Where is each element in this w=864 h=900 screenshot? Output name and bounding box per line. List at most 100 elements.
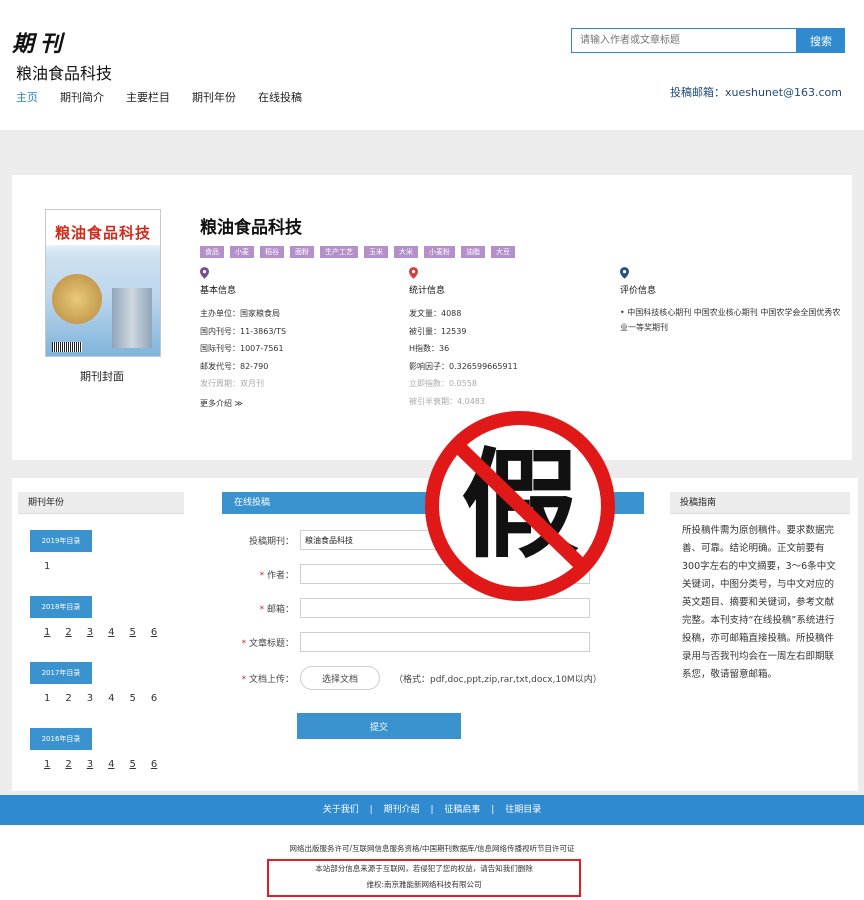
choose-file-button[interactable]: 选择文档 [300, 666, 380, 690]
keyword-tag[interactable]: 大米 [394, 246, 418, 258]
footer-separator: | [369, 805, 373, 815]
keyword-tag[interactable]: 食品 [200, 246, 224, 258]
year-button[interactable]: 2017年目录 [30, 662, 92, 684]
location-pin-icon [200, 267, 209, 279]
search-button[interactable]: 搜索 [797, 28, 845, 53]
stats-heading: 统计信息 [409, 286, 446, 296]
nav-intro[interactable]: 期刊简介 [60, 89, 104, 105]
issue-list: 1 2 3 4 5 6 [44, 693, 184, 704]
stats-line: 发文量：4088 [409, 309, 462, 318]
keyword-tag[interactable]: 大豆 [491, 246, 515, 258]
nav-years[interactable]: 期刊年份 [192, 89, 236, 105]
site-title[interactable]: 粮油食品科技 [16, 60, 112, 84]
evaluation-info: 评价信息 • 中国科技核心期刊 中国农业核心期刊 中国农学会全国优秀农业一等奖期… [620, 267, 845, 335]
keyword-tag[interactable]: 玉米 [364, 246, 388, 258]
basic-info-line: 主办单位：国家粮食局 [200, 309, 280, 318]
keyword-tag[interactable]: 稻谷 [260, 246, 284, 258]
journal-label: 投稿期刊： [248, 536, 294, 547]
nav-submit[interactable]: 在线投稿 [258, 89, 302, 105]
issue-list: 1 2 3 4 5 6 [44, 759, 184, 770]
keyword-tags: 食品 小麦 稻谷 面粉 生产工艺 玉米 大米 小麦粉 油脂 大豆 [200, 246, 515, 258]
issue-link[interactable]: 1 [44, 759, 50, 770]
year-group: 2017年目录 1 2 3 4 5 6 [30, 638, 184, 704]
keyword-tag[interactable]: 生产工艺 [320, 246, 358, 258]
footer-link-intro[interactable]: 期刊介绍 [384, 805, 420, 815]
issue-link[interactable]: 6 [151, 627, 157, 638]
issue-link[interactable]: 1 [44, 627, 50, 638]
stats-line: H指数：36 [409, 344, 450, 353]
year-archive-heading: 期刊年份 [18, 492, 184, 514]
location-pin-icon [620, 267, 629, 279]
keyword-tag[interactable]: 小麦粉 [424, 246, 455, 258]
article-title-row: * 文章标题： [222, 632, 590, 652]
issue-link[interactable]: 2 [65, 693, 71, 704]
year-group: 2016年目录 1 2 3 4 5 6 [30, 704, 184, 770]
stats-line: 被引量：12539 [409, 326, 467, 336]
disclaimer-line: 本站部分信息来源于互联网，若侵犯了您的权益，请告知我们删除 [315, 864, 533, 873]
keyword-tag[interactable]: 小麦 [230, 246, 254, 258]
issue-link[interactable]: 4 [108, 759, 114, 770]
submission-email: 投稿邮箱：xueshunet@163.com [670, 86, 842, 99]
main-nav: 主页 期刊简介 主要栏目 期刊年份 在线投稿 [16, 89, 302, 105]
keyword-tag[interactable]: 油脂 [461, 246, 485, 258]
search-box: 搜索 [571, 28, 845, 53]
journal-title: 粮油食品科技 [200, 218, 302, 238]
search-input[interactable] [571, 28, 797, 53]
year-button[interactable]: 2018年目录 [30, 596, 92, 618]
required-mark: * [241, 638, 247, 649]
year-group: 2019年目录 1 [30, 514, 184, 572]
cover-journal-name: 粮油食品科技 [46, 220, 160, 245]
evaluation-line: • 中国科技核心期刊 中国农业核心期刊 中国农学会全国优秀农业一等奖期刊 [620, 308, 841, 332]
nav-home[interactable]: 主页 [16, 89, 38, 105]
issue-link[interactable]: 6 [151, 693, 157, 704]
issue-link[interactable]: 3 [87, 759, 93, 770]
issue-link[interactable]: 3 [87, 627, 93, 638]
year-button[interactable]: 2016年目录 [30, 728, 92, 750]
issue-link[interactable]: 6 [151, 759, 157, 770]
footer-nav: 关于我们 | 期刊介绍 | 征稿启事 | 往期目录 [0, 795, 864, 825]
basic-info: 基本信息 主办单位：国家粮食局 国内刊号：11-3863/TS 国际刊号：100… [200, 267, 286, 412]
issue-list: 1 2 3 4 5 6 [44, 627, 184, 638]
keyword-tag[interactable]: 面粉 [290, 246, 314, 258]
site-header: 期刊 粮油食品科技 主页 期刊简介 主要栏目 期刊年份 在线投稿 搜索 投稿邮箱… [0, 0, 864, 130]
basic-info-line: 国际刊号：1007-7561 [200, 344, 284, 353]
fake-warning-stamp-icon: 假 [425, 411, 615, 601]
issue-link[interactable]: 2 [65, 627, 71, 638]
basic-info-line: 国内刊号：11-3863/TS [200, 326, 287, 336]
submit-button[interactable]: 提交 [297, 713, 461, 739]
stats-line: 影响因子：0.326599665911 [409, 361, 518, 371]
issue-link[interactable]: 4 [108, 693, 114, 704]
more-intro-link[interactable]: 更多介绍 ≫ [200, 395, 286, 413]
footer-link-call[interactable]: 征稿启事 [444, 805, 480, 815]
upload-label: * 文档上传： [241, 674, 294, 685]
author-label: * 作者： [259, 570, 294, 581]
submission-guide: 投稿指南 所投稿件需为原创稿件。要求数据完善、可靠。结论明确。正文前要有300字… [670, 492, 850, 684]
journal-cover-image[interactable]: 粮油食品科技 [45, 209, 161, 357]
year-button[interactable]: 2019年目录 [30, 530, 92, 552]
issue-link[interactable]: 2 [65, 759, 71, 770]
required-mark: * [241, 674, 247, 685]
year-archive: 期刊年份 2019年目录 1 2018年目录 1 2 3 4 5 6 2017年… [18, 492, 184, 770]
issue-link[interactable]: 5 [130, 693, 136, 704]
evaluation-heading: 评价信息 [620, 286, 657, 296]
upload-format-note: （格式：pdf,doc,ppt,zip,rar,txt,docx,10M以内） [394, 674, 602, 685]
basic-info-line: 邮发代号：82-790 [200, 361, 269, 371]
site-logo[interactable]: 期刊 [12, 26, 68, 58]
article-title-label: * 文章标题： [241, 638, 294, 649]
issue-link[interactable]: 5 [130, 627, 136, 638]
footer-link-about[interactable]: 关于我们 [323, 805, 359, 815]
issue-link[interactable]: 4 [108, 627, 114, 638]
footer-separator: | [430, 805, 434, 815]
issue-link[interactable]: 5 [130, 759, 136, 770]
nav-columns[interactable]: 主要栏目 [126, 89, 170, 105]
stats-info: 统计信息 发文量：4088 被引量：12539 H指数：36 影响因子：0.32… [409, 267, 518, 410]
issue-link[interactable]: 1 [44, 561, 50, 572]
article-title-field[interactable] [300, 632, 590, 652]
email-label: * 邮箱： [259, 604, 294, 615]
footer-info: 网络出版服务许可/互联网信息服务资格/中国期刊数据库/信息网络传播视听节目许可证… [0, 825, 864, 900]
footer-link-archive[interactable]: 往期目录 [505, 805, 541, 815]
guide-heading: 投稿指南 [670, 492, 850, 514]
disclaimer-line: 维权:南京雅能新网络科技有限公司 [366, 880, 482, 889]
issue-link[interactable]: 3 [87, 693, 93, 704]
issue-link[interactable]: 1 [44, 693, 50, 704]
